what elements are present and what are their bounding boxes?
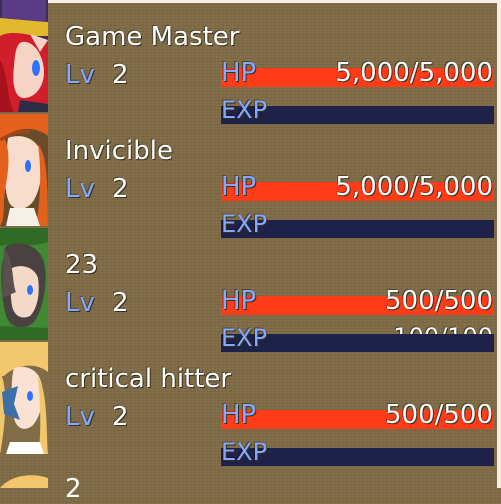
hp-value: 500/500 [384,400,493,430]
member-name: critical hitter [65,364,232,394]
level-value: 2 [112,174,129,204]
portrait-invicible [0,114,48,226]
portrait-critical-hitter [0,342,48,454]
hp-label: HP [221,172,257,202]
party-member-row[interactable]: Game Master Lv 2 HP 5,000/5,000 EXP [0,0,501,124]
level-label: Lv [65,174,95,204]
party-member-row[interactable]: Invicible Lv 2 HP 5,000/5,000 EXP [0,114,501,238]
hp-value: 500/500 [384,286,493,316]
exp-label: EXP [221,438,268,466]
party-member-row[interactable]: 23 Lv 2 100/100 HP 500/500 EXP [0,228,501,352]
party-status-window: Game Master Lv 2 HP 5,000/5,000 EXP Invi… [0,0,501,504]
party-member-row[interactable]: critical hitter Lv 2 HP 500/500 EXP [0,342,501,466]
portrait-partial [0,470,48,488]
level-label: Lv [65,288,95,318]
level-value: 2 [112,60,129,90]
member-name: Game Master [65,22,240,52]
member-name: Invicible [65,136,173,166]
level-label: Lv [65,402,95,432]
level-label: Lv [65,60,95,90]
hp-label: HP [221,58,257,88]
level-value: 2 [112,288,129,318]
portrait-23 [0,228,48,340]
level-value: 2 [112,402,129,432]
hp-value: 5,000/5,000 [335,172,493,202]
hp-value: 5,000/5,000 [335,58,493,88]
hp-label: HP [221,400,257,430]
hp-label: HP [221,286,257,316]
member-name: 23 [65,250,99,280]
portrait-game-master [0,0,48,112]
member-name-partial: 2 [65,474,82,504]
